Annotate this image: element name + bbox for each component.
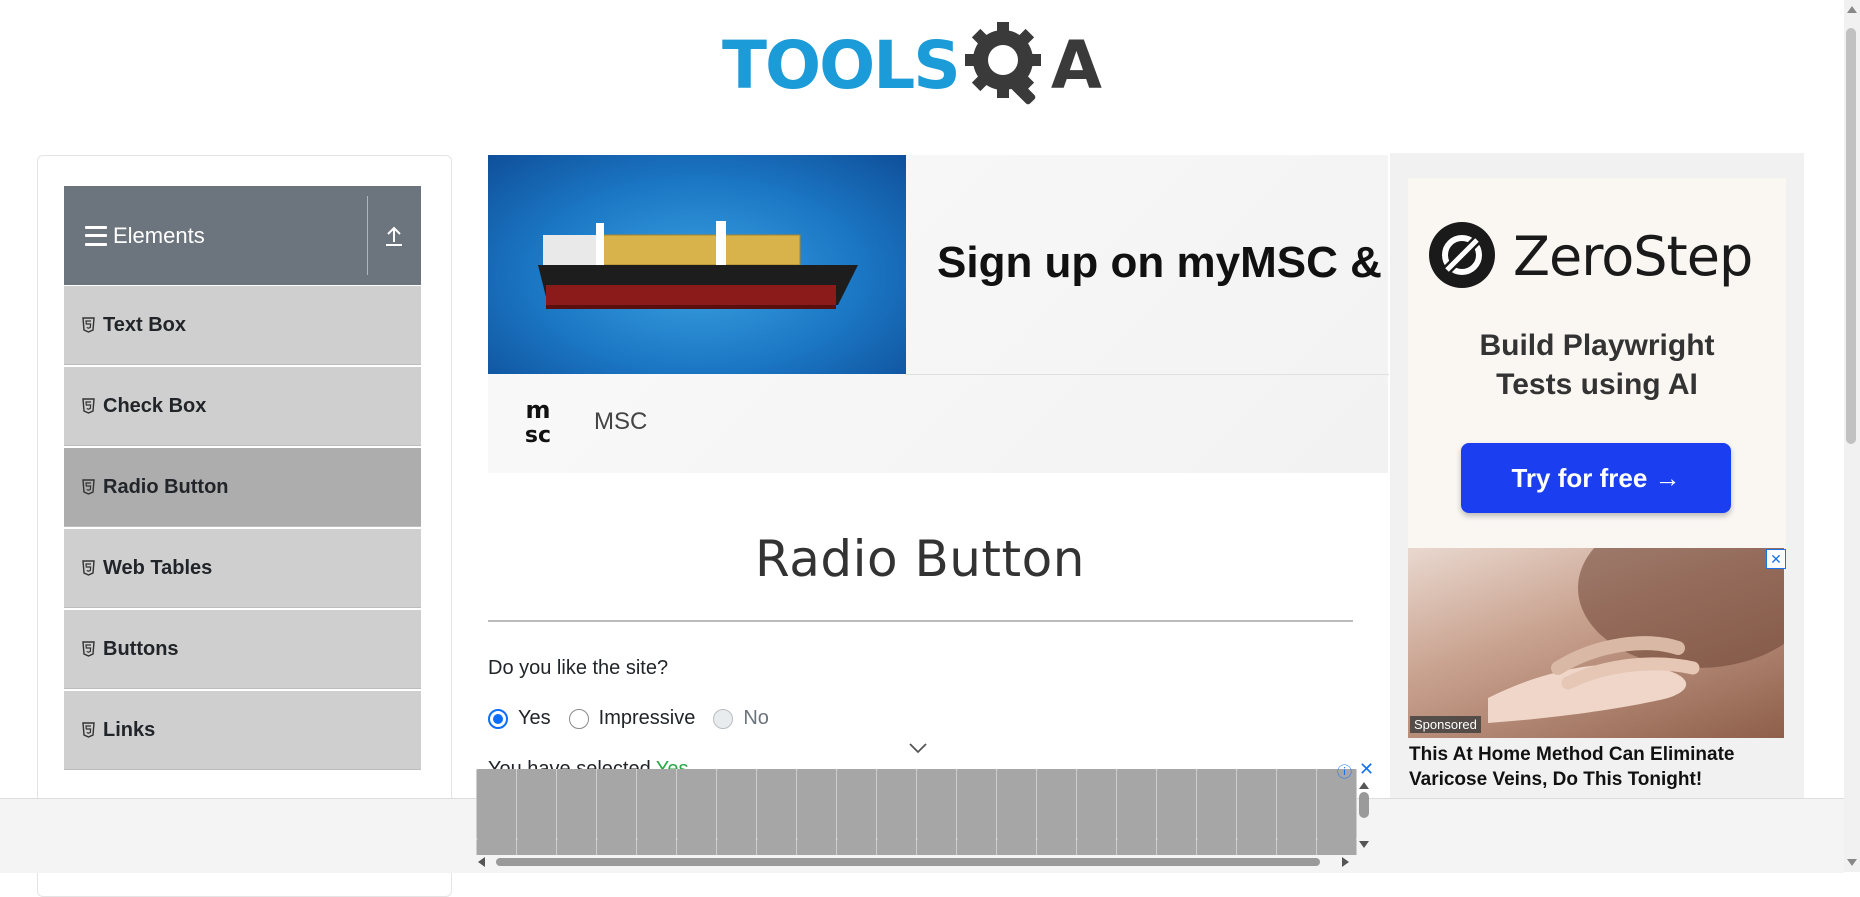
page-title: Radio Button (755, 530, 1085, 588)
sidebar-item-buttons[interactable]: Buttons (64, 610, 421, 689)
radio-label-impressive[interactable]: Impressive (599, 707, 696, 730)
radio-question: Do you like the site? (488, 657, 669, 679)
close-ad-button[interactable]: ✕ (1766, 549, 1786, 569)
close-bottom-ad-icon[interactable]: ✕ (1359, 759, 1374, 780)
cargo-ship-image[interactable] (488, 155, 906, 374)
sidebar-item-links[interactable]: Links (64, 691, 421, 770)
sidebar-item-text-box[interactable]: Text Box (64, 286, 421, 365)
sidebar-item-radio-button[interactable]: Radio Button (64, 448, 421, 527)
group-title: Elements (113, 222, 205, 248)
hamburger-icon (85, 225, 107, 246)
html5-icon (82, 560, 95, 576)
chevron-down-icon[interactable] (908, 742, 928, 754)
sidebar-item-label: Radio Button (103, 475, 229, 498)
hand-on-skin-illustration (1488, 548, 1784, 723)
bottom-ad-vertical-scrollbar[interactable] (1357, 780, 1371, 850)
html5-icon (82, 398, 95, 414)
sidebar-item-label: Web Tables (103, 556, 213, 579)
sidebar-item-label: Check Box (103, 394, 207, 417)
svg-text:m: m (525, 396, 550, 424)
upload-arrow-icon (386, 226, 402, 246)
zerostep-tagline: Build Playwright Tests using AI (1408, 326, 1786, 404)
html5-icon (82, 317, 95, 333)
svg-text:sc: sc (525, 423, 551, 446)
bottom-ad-pattern[interactable] (476, 769, 1357, 855)
sponsored-label: Sponsored (1410, 716, 1481, 733)
title-divider (488, 620, 1353, 622)
toolsqa-logo[interactable]: TOOLS A (722, 18, 1124, 114)
sidebar-item-label: Text Box (103, 313, 186, 336)
ad-divider (906, 374, 1389, 375)
ship-illustration (538, 221, 858, 309)
sponsored-ad-image[interactable] (1408, 548, 1784, 738)
sponsored-headline[interactable]: This At Home Method Can Eliminate Varico… (1409, 743, 1785, 792)
logo-wordmark: TOOLS (722, 27, 961, 104)
html5-icon (82, 641, 95, 657)
gear-magnifier-icon (964, 22, 1041, 105)
sidebar-item-web-tables[interactable]: Web Tables (64, 529, 421, 608)
msc-logo-icon[interactable]: m sc (513, 396, 563, 446)
logo-letter-a: A (1050, 27, 1102, 104)
html5-icon (82, 479, 95, 495)
scroll-down-arrow-icon[interactable] (1846, 856, 1858, 868)
sidebar-item-label: Links (103, 718, 156, 741)
elements-group-header[interactable]: Elements (64, 186, 421, 285)
radio-yes[interactable] (488, 708, 508, 729)
sidebar-item-check-box[interactable]: Check Box (64, 367, 421, 446)
radio-group: Yes Impressive No (488, 707, 787, 730)
radio-label-yes[interactable]: Yes (518, 707, 551, 730)
radio-impressive[interactable] (568, 708, 589, 729)
ad-brand-name[interactable]: MSC (594, 408, 647, 436)
adchoices-icon[interactable]: ⓘ (1337, 761, 1352, 782)
zerostep-logo-icon (1429, 222, 1495, 288)
scroll-up-arrow-icon[interactable] (1846, 4, 1858, 16)
collapse-group-button[interactable] (367, 186, 421, 285)
ad-headline[interactable]: Sign up on myMSC & B (937, 238, 1389, 288)
elements-menu: Text Box Check Box Radio Button Web Tables B… (64, 286, 421, 772)
tagline-line-1: Build Playwright (1479, 329, 1715, 362)
page-scroll-thumb[interactable] (1846, 28, 1856, 444)
bottom-ad-horizontal-scrollbar[interactable] (476, 855, 1351, 869)
radio-label-no: No (743, 707, 769, 729)
sidebar-item-label: Buttons (103, 637, 179, 660)
html5-icon (82, 722, 95, 738)
tagline-line-2: Tests using AI (1496, 368, 1698, 401)
radio-no (713, 708, 734, 729)
try-for-free-button[interactable]: Try for free → (1461, 443, 1731, 513)
zerostep-brand: ZeroStep (1513, 225, 1753, 288)
